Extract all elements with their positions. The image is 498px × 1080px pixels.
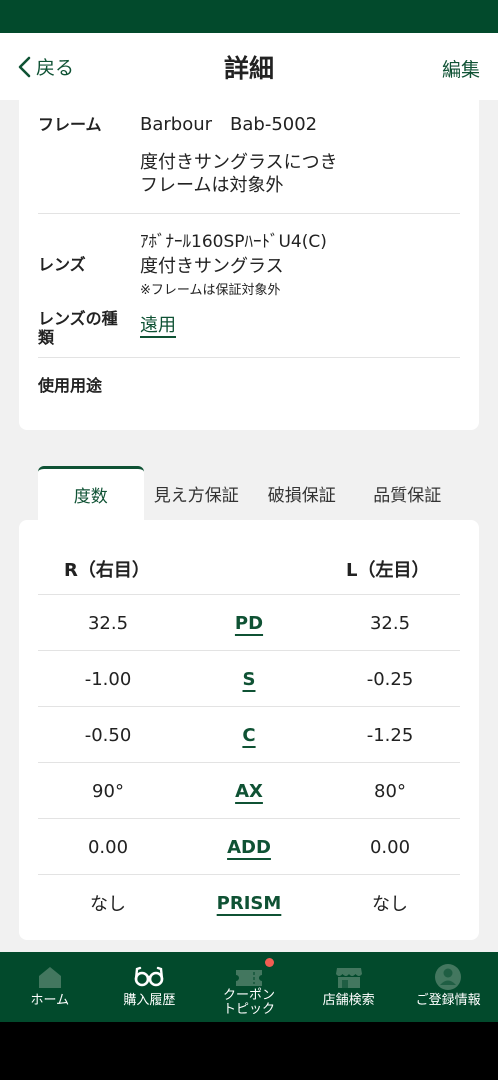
rx-label-add[interactable]: ADD bbox=[188, 819, 310, 875]
user-icon bbox=[435, 964, 462, 990]
rx-row-pd: 32.5 PD 32.5 bbox=[38, 594, 460, 650]
system-nav-bar bbox=[0, 1022, 498, 1080]
ticket-icon bbox=[235, 970, 262, 986]
back-button[interactable]: 戻る bbox=[16, 53, 74, 80]
frame-label: フレーム bbox=[38, 115, 102, 134]
status-bar bbox=[0, 0, 498, 33]
nav-purchase-history[interactable]: 購入履歴 bbox=[100, 952, 200, 1022]
lens-label: レンズ bbox=[38, 255, 86, 274]
nav-label: クーポン トピック bbox=[222, 988, 275, 1017]
rx-row-c: -0.50 C -1.25 bbox=[38, 706, 460, 762]
glasses-icon bbox=[135, 966, 164, 987]
tab-damage-warranty[interactable]: 破損保証 bbox=[249, 466, 355, 520]
nav-label: ご登録情報 bbox=[415, 993, 481, 1008]
rx-row-s: -1.00 S -0.25 bbox=[38, 650, 460, 706]
tab-prescription[interactable]: 度数 bbox=[38, 466, 144, 520]
rx-left-value: 0.00 bbox=[369, 836, 411, 858]
rx-left-value: -0.25 bbox=[366, 668, 414, 690]
rx-right-value: なし bbox=[90, 894, 126, 915]
page-title: 詳細 bbox=[223, 53, 274, 83]
lens-kind-label-1: レンズの種 bbox=[38, 309, 118, 328]
rx-right-value: 90° bbox=[92, 780, 124, 802]
rx-left-value: なし bbox=[372, 894, 408, 915]
rx-label-pd[interactable]: PD bbox=[188, 595, 310, 651]
store-icon bbox=[335, 968, 362, 988]
rx-label-prism[interactable]: PRISM bbox=[188, 875, 310, 931]
warranty-tabs: 度数 見え方保証 破損保証 品質保証 bbox=[38, 466, 460, 520]
bottom-nav: ホーム 購入履歴 クーポン トピック 店舗検索 ご登録情報 bbox=[0, 952, 498, 1022]
nav-home[interactable]: ホーム bbox=[0, 952, 100, 1022]
frame-note-2: フレームは対象外 bbox=[140, 175, 284, 196]
notification-dot bbox=[265, 958, 275, 967]
right-eye-header: R（右目） bbox=[64, 560, 150, 581]
frame-value: Barbour Bab-5002 bbox=[140, 114, 318, 135]
rx-right-value: 32.5 bbox=[87, 612, 129, 634]
rx-row-prism: なし PRISM なし bbox=[38, 874, 460, 930]
usage-label: 使用用途 bbox=[38, 376, 103, 395]
rx-label-c[interactable]: C bbox=[188, 707, 310, 763]
rx-right-value: -1.00 bbox=[84, 668, 132, 690]
nav-label: ホーム bbox=[30, 993, 70, 1008]
frame-note-1: 度付きサングラスにつき bbox=[140, 152, 338, 173]
nav-store-search[interactable]: 店舗検索 bbox=[299, 952, 399, 1022]
rx-left-value: 32.5 bbox=[369, 612, 411, 634]
lens-type-value: 度付きサングラス bbox=[140, 256, 284, 277]
lens-name: ｱﾎﾞﾅｰﾙ160SPﾊｰﾄﾞU4(C) bbox=[140, 232, 327, 252]
left-eye-header: L（左目） bbox=[346, 560, 430, 581]
rx-left-value: -1.25 bbox=[366, 724, 414, 746]
rx-label-s[interactable]: S bbox=[188, 651, 310, 707]
nav-coupon-topic[interactable]: クーポン トピック bbox=[199, 952, 299, 1022]
nav-label: 購入履歴 bbox=[123, 993, 176, 1008]
divider bbox=[38, 357, 460, 358]
home-icon bbox=[38, 967, 61, 988]
tab-vision-warranty[interactable]: 見え方保証 bbox=[144, 466, 250, 520]
app-header: 戻る 詳細 編集 bbox=[0, 33, 498, 100]
rx-right-value: 0.00 bbox=[87, 836, 129, 858]
nav-registration-info[interactable]: ご登録情報 bbox=[398, 952, 498, 1022]
chevron-left-icon bbox=[18, 56, 31, 77]
tab-quality-warranty[interactable]: 品質保証 bbox=[355, 466, 461, 520]
edit-button[interactable]: 編集 bbox=[442, 55, 480, 82]
nav-label: 店舗検索 bbox=[322, 993, 375, 1008]
info-card: フレーム Barbour Bab-5002 度付きサングラスにつき フレームは対… bbox=[19, 100, 479, 430]
prescription-card: R（右目） L（左目） 32.5 PD 32.5 -1.00 S -0.25 -… bbox=[19, 520, 479, 940]
rx-row-ax: 90° AX 80° bbox=[38, 762, 460, 818]
divider bbox=[38, 213, 460, 214]
lens-kind-label-2: 類 bbox=[38, 328, 55, 347]
rx-row-add: 0.00 ADD 0.00 bbox=[38, 818, 460, 874]
lens-note: ※フレームは保証対象外 bbox=[140, 283, 281, 298]
back-label: 戻る bbox=[36, 57, 75, 79]
rx-right-value: -0.50 bbox=[84, 724, 132, 746]
rx-label-ax[interactable]: AX bbox=[188, 763, 310, 819]
lens-kind-value[interactable]: 遠用 bbox=[140, 314, 176, 338]
rx-left-value: 80° bbox=[374, 780, 406, 802]
